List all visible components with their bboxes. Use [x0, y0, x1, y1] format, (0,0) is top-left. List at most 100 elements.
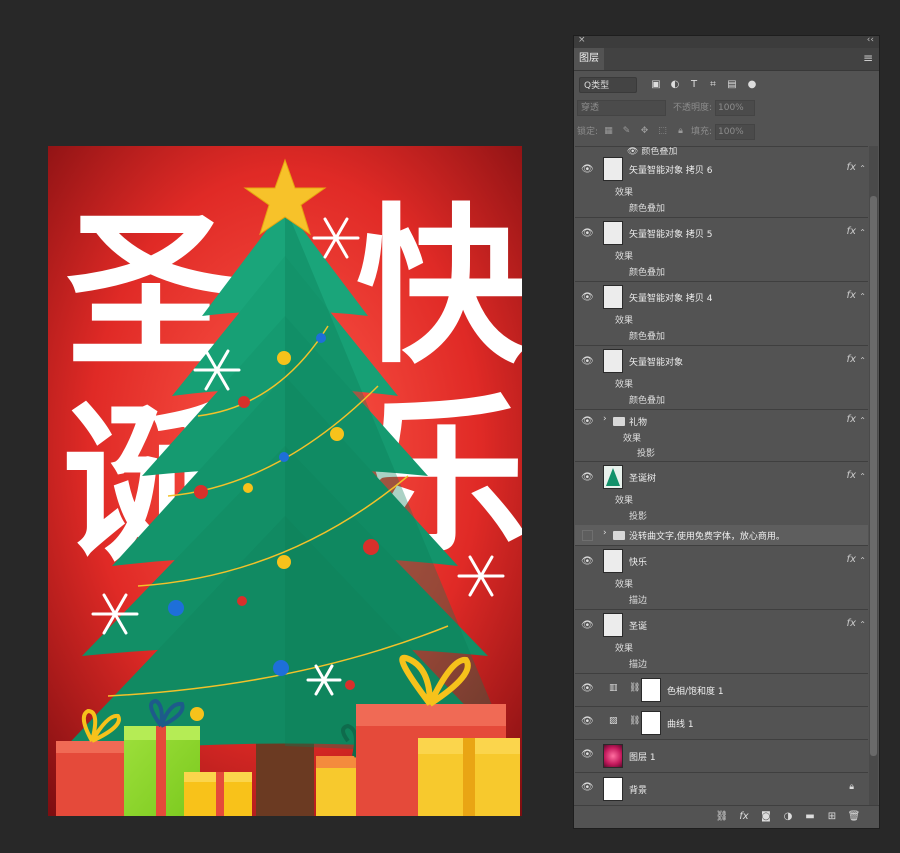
layer-name: 圣诞: [629, 622, 648, 632]
effects-label: 效果: [615, 496, 634, 506]
fx-icon[interactable]: fx: [847, 290, 856, 301]
folder-icon: [613, 417, 625, 426]
effects-label: 效果: [623, 434, 642, 444]
chevron-up-icon[interactable]: ⌃: [859, 556, 866, 565]
eye-icon[interactable]: 👁︎: [581, 357, 595, 367]
eye-icon[interactable]: 👁︎: [581, 165, 595, 175]
lock-artboard-icon[interactable]: ⬚: [657, 126, 668, 137]
fill-field[interactable]: 100%: [715, 124, 755, 140]
visibility-toggle[interactable]: [582, 530, 593, 541]
filter-row: Q类型 ▣ ◐ T ⌗ ▤ ●: [577, 77, 877, 95]
effects-label: 效果: [615, 316, 634, 326]
new-layer-icon[interactable]: ⊞: [825, 810, 839, 824]
link-icon[interactable]: ⛓︎: [629, 716, 640, 726]
layer-row[interactable]: 👁︎ 圣诞树 fx ⌃ 效果 投影: [575, 461, 868, 526]
chevron-up-icon[interactable]: ⌃: [859, 228, 866, 237]
layer-name: 快乐: [629, 558, 648, 568]
fx-icon[interactable]: fx: [847, 226, 856, 237]
tree-trunk: [256, 736, 314, 816]
link-icon[interactable]: ⛓︎: [629, 683, 640, 693]
fx-icon[interactable]: fx: [847, 554, 856, 565]
lock-all-icon[interactable]: 🔒︎: [675, 126, 686, 137]
eye-icon[interactable]: 👁︎: [581, 229, 595, 239]
layer-row[interactable]: 👁︎ 背景 🔒︎: [575, 772, 868, 806]
eye-icon[interactable]: 👁︎: [581, 684, 595, 694]
layer-name: 矢量智能对象: [629, 358, 684, 368]
add-mask-icon[interactable]: ◙: [759, 810, 773, 824]
layer-name: 矢量智能对象 拷贝 5: [629, 230, 713, 240]
scrollbar-thumb[interactable]: [870, 196, 877, 756]
chevron-up-icon[interactable]: ⌃: [859, 416, 866, 425]
poster-artwork: 圣 诞 快 乐: [48, 146, 522, 816]
link-layers-icon[interactable]: ⛓︎: [715, 810, 729, 824]
layer-thumbnail: [603, 613, 623, 637]
eye-icon[interactable]: 👁︎: [581, 417, 595, 427]
eye-icon[interactable]: 👁︎: [581, 473, 595, 483]
eye-icon[interactable]: 👁︎: [581, 557, 595, 567]
chevron-up-icon[interactable]: ⌃: [859, 620, 866, 629]
adjustment-filter-icon[interactable]: ◐: [668, 78, 682, 92]
eye-icon[interactable]: 👁︎: [581, 783, 595, 793]
effect-name: 颜色叠加: [629, 204, 666, 214]
image-filter-icon[interactable]: ▣: [649, 78, 663, 92]
layer-row[interactable]: 👁︎ 矢量智能对象 拷贝 5 fx ⌃ 效果 颜色叠加: [575, 217, 868, 282]
fx-icon[interactable]: fx: [847, 470, 856, 481]
opacity-field[interactable]: 100%: [715, 100, 755, 116]
layers-scrollbar[interactable]: [869, 146, 878, 806]
blend-mode-select[interactable]: 穿透: [577, 100, 666, 116]
effect-name: 颜色叠加: [629, 332, 666, 342]
chevron-up-icon[interactable]: ⌃: [859, 292, 866, 301]
layer-mask-thumbnail: [641, 711, 661, 735]
add-fx-icon[interactable]: fx: [737, 810, 751, 824]
smart-object-filter-icon[interactable]: ▤: [725, 78, 739, 92]
close-icon[interactable]: ×: [578, 35, 586, 45]
fx-icon[interactable]: fx: [847, 354, 856, 365]
adjustment-layer-row[interactable]: 👁︎ ▨ ⛓︎ 曲线 1: [575, 706, 868, 740]
layer-row[interactable]: 👁︎ 快乐 fx ⌃ 效果 描边: [575, 545, 868, 610]
eye-icon[interactable]: 👁︎: [581, 750, 595, 760]
eye-icon[interactable]: 👁︎: [581, 621, 595, 631]
chevron-up-icon[interactable]: ⌃: [859, 356, 866, 365]
type-filter-icon[interactable]: T: [687, 78, 701, 92]
adjustment-layer-row[interactable]: 👁︎ ▥ ⛓︎ 色相/饱和度 1: [575, 673, 868, 707]
layer-row[interactable]: 👁︎ 图层 1: [575, 739, 868, 773]
effect-name: 颜色叠加: [629, 396, 666, 406]
new-adjustment-icon[interactable]: ◑: [781, 810, 795, 824]
chevron-right-icon[interactable]: ›: [603, 528, 607, 538]
new-group-icon[interactable]: ▬: [803, 810, 817, 824]
layer-name: 礼物: [629, 418, 648, 428]
lock-position-icon[interactable]: ✥: [639, 126, 650, 137]
chevron-right-icon[interactable]: ›: [603, 414, 607, 424]
chevron-up-icon[interactable]: ⌃: [859, 164, 866, 173]
panel-menu-icon[interactable]: ≡: [863, 51, 873, 65]
layer-row[interactable]: 👁︎ 矢量智能对象 拷贝 6 fx ⌃ 效果 颜色叠加: [575, 153, 868, 218]
fx-icon[interactable]: fx: [847, 414, 856, 425]
layer-group-row[interactable]: › 没转曲文字,使用免费字体，放心商用。: [575, 525, 868, 546]
layer-row[interactable]: 👁︎ 圣诞 fx ⌃ 效果 描边: [575, 609, 868, 674]
layer-row[interactable]: 👁︎ 矢量智能对象 fx ⌃ 效果 颜色叠加: [575, 345, 868, 410]
layer-group-row[interactable]: 👁︎ › 礼物 fx ⌃ 效果 投影: [575, 409, 868, 462]
tab-layers[interactable]: 图层: [574, 48, 604, 70]
collapse-icon[interactable]: ‹‹: [867, 35, 874, 45]
layer-name: 背景: [629, 786, 648, 796]
delete-layer-icon[interactable]: 🗑︎: [847, 810, 861, 824]
layer-row[interactable]: 👁︎ 矢量智能对象 拷贝 4 fx ⌃ 效果 颜色叠加: [575, 281, 868, 346]
layers-list: 👁︎ 颜色叠加 👁︎ 矢量智能对象 拷贝 6 fx ⌃ 效果 颜色叠加 👁︎ 矢…: [575, 146, 868, 807]
fx-icon[interactable]: fx: [847, 618, 856, 629]
filter-kind-select[interactable]: Q类型: [579, 77, 637, 93]
layer-name: 矢量智能对象 拷贝 6: [629, 166, 713, 176]
document-canvas[interactable]: 圣 诞 快 乐: [48, 146, 522, 816]
opacity-label: 不透明度:: [673, 103, 713, 113]
fx-icon[interactable]: fx: [847, 162, 856, 173]
lock-transparent-icon[interactable]: ▦: [603, 126, 614, 137]
folder-icon: [613, 531, 625, 540]
effect-name: 投影: [629, 512, 648, 522]
eye-icon[interactable]: 👁︎: [581, 293, 595, 303]
lock-pixels-icon[interactable]: ✎: [621, 126, 632, 137]
layer-name: 矢量智能对象 拷贝 4: [629, 294, 713, 304]
filter-toggle-icon[interactable]: ●: [745, 78, 759, 92]
eye-icon[interactable]: 👁︎: [581, 717, 595, 727]
chevron-up-icon[interactable]: ⌃: [859, 472, 866, 481]
layer-name: 图层 1: [629, 753, 656, 763]
shape-filter-icon[interactable]: ⌗: [706, 78, 720, 92]
